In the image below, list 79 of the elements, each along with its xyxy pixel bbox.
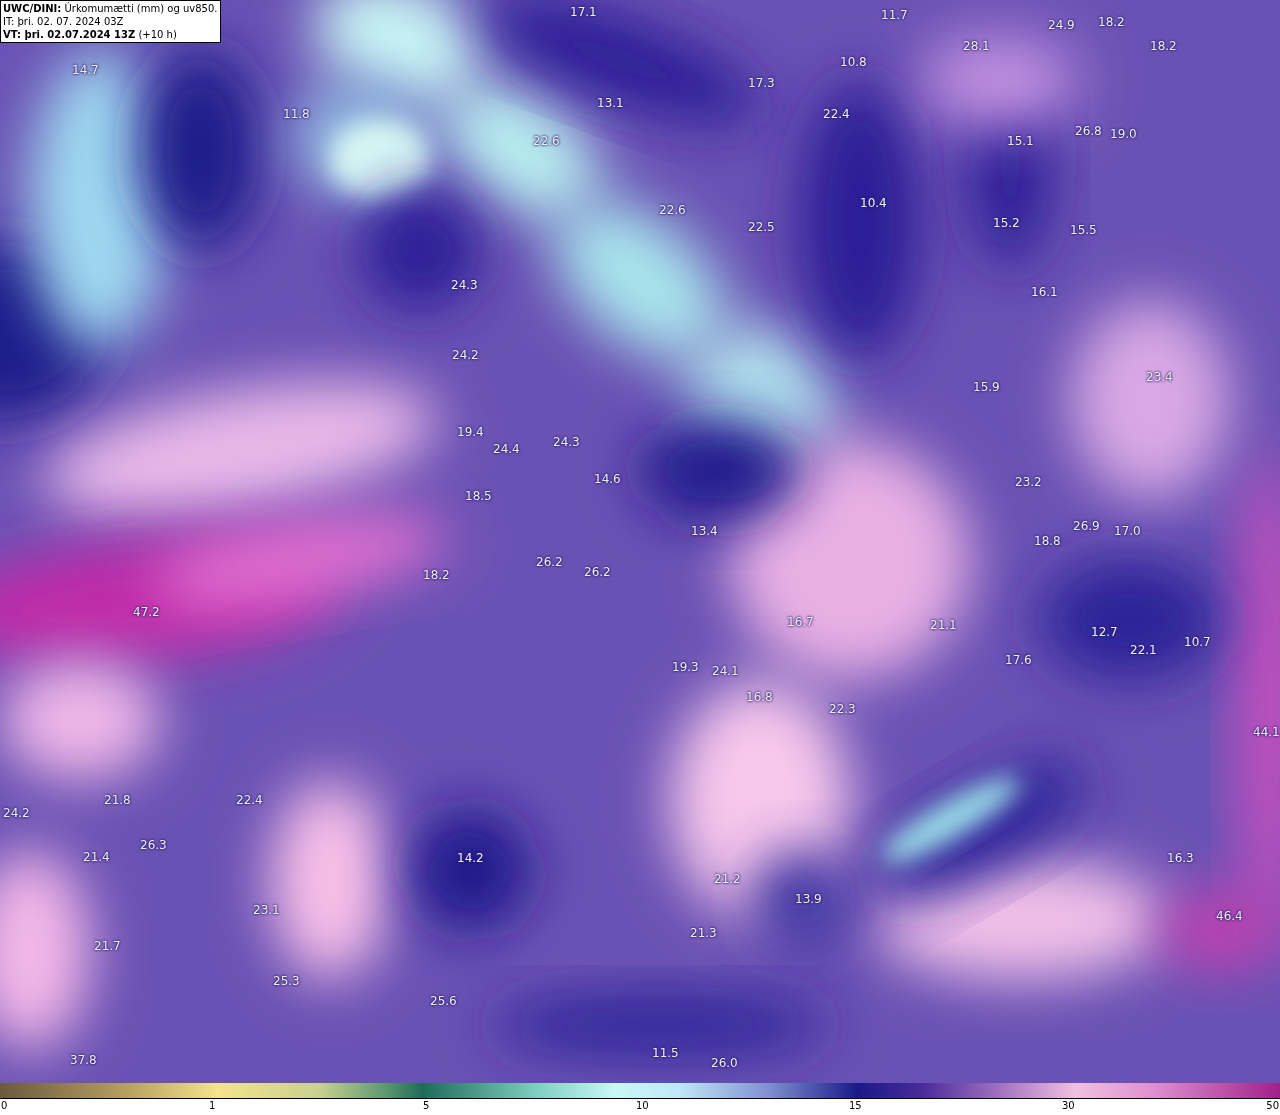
colorbar-tick-label: 50 [1266, 1099, 1279, 1113]
value-label: 22.6 [659, 203, 686, 217]
value-label: 46.4 [1216, 909, 1243, 923]
value-label: 26.2 [536, 555, 563, 569]
value-label: 17.1 [570, 5, 597, 19]
value-label: 10.4 [860, 196, 887, 210]
value-label: 19.4 [457, 425, 484, 439]
value-label: 24.1 [712, 664, 739, 678]
value-label: 13.1 [597, 96, 624, 110]
value-label: 13.4 [691, 524, 718, 538]
value-label: 15.9 [973, 380, 1000, 394]
value-label: 16.3 [1167, 851, 1194, 865]
value-label: 25.6 [430, 994, 457, 1008]
value-label: 15.2 [993, 216, 1020, 230]
value-label: 21.8 [104, 793, 131, 807]
value-label: 22.4 [236, 793, 263, 807]
value-label: 26.9 [1073, 519, 1100, 533]
value-label: 28.1 [963, 39, 990, 53]
value-label: 21.7 [94, 939, 121, 953]
value-label: 21.1 [930, 618, 957, 632]
value-label: 23.4 [1146, 370, 1173, 384]
value-label: 24.2 [3, 806, 30, 820]
value-label: 18.2 [1098, 15, 1125, 29]
value-label: 14.6 [594, 472, 621, 486]
value-label: 24.2 [452, 348, 479, 362]
value-label: 22.6 [533, 134, 560, 148]
colorbar-tick-label: 0 [1, 1099, 8, 1113]
value-label: 16.8 [746, 690, 773, 704]
value-label: 37.8 [70, 1053, 97, 1067]
value-label: 16.7 [787, 615, 814, 629]
colorbar-tick-label: 10 [636, 1099, 649, 1113]
value-label: 22.5 [748, 220, 775, 234]
value-label: 23.1 [253, 903, 280, 917]
colorbar-tick-label: 30 [1062, 1099, 1075, 1113]
value-label: 11.7 [881, 8, 908, 22]
value-label: 24.3 [553, 435, 580, 449]
value-label: 26.0 [711, 1056, 738, 1070]
value-label: 24.4 [493, 442, 520, 456]
value-label: 13.9 [795, 892, 822, 906]
value-label: 26.2 [584, 565, 611, 579]
value-label: 17.0 [1114, 524, 1141, 538]
colorbar-tick-label: 15 [849, 1099, 862, 1113]
value-label: 17.3 [748, 76, 775, 90]
value-label: 15.1 [1007, 134, 1034, 148]
value-label: 22.1 [1130, 643, 1157, 657]
value-label: 21.3 [690, 926, 717, 940]
value-label: 11.8 [283, 107, 310, 121]
value-label: 11.5 [652, 1046, 679, 1060]
value-label: 14.7 [72, 63, 99, 77]
value-label: 22.4 [823, 107, 850, 121]
value-label: 10.8 [840, 55, 867, 69]
value-label: 23.2 [1015, 475, 1042, 489]
value-label: 21.2 [714, 872, 741, 886]
value-label: 44.1 [1253, 725, 1280, 739]
value-label: 18.8 [1034, 534, 1061, 548]
value-label: 16.1 [1031, 285, 1058, 299]
value-label: 18.2 [1150, 39, 1177, 53]
value-label: 15.5 [1070, 223, 1097, 237]
value-label: 26.3 [140, 838, 167, 852]
value-label: 17.6 [1005, 653, 1032, 667]
value-label: 18.2 [423, 568, 450, 582]
colorbar-tick-label: 5 [423, 1099, 430, 1113]
value-label: 24.3 [451, 278, 478, 292]
colorbar-tick-label: 1 [209, 1099, 216, 1113]
value-label: 10.7 [1184, 635, 1211, 649]
valid-time: VT: þri. 02.07.2024 13Z (+10 h) [3, 28, 178, 41]
value-label: 21.4 [83, 850, 110, 864]
issue-time: IT: þri. 02. 07. 2024 03Z [3, 15, 125, 28]
value-label: 14.2 [457, 851, 484, 865]
value-label: 18.5 [465, 489, 492, 503]
value-label: 47.2 [133, 605, 160, 619]
value-label: 25.3 [273, 974, 300, 988]
value-label: 19.3 [672, 660, 699, 674]
chart-title: UWC/DINI: Úrkomumætti (mm) og uv850. [3, 2, 218, 15]
value-label: 24.9 [1048, 18, 1075, 32]
value-label: 12.7 [1091, 625, 1118, 639]
value-label: 19.0 [1110, 127, 1137, 141]
value-label: 22.3 [829, 702, 856, 716]
value-label: 26.8 [1075, 124, 1102, 138]
